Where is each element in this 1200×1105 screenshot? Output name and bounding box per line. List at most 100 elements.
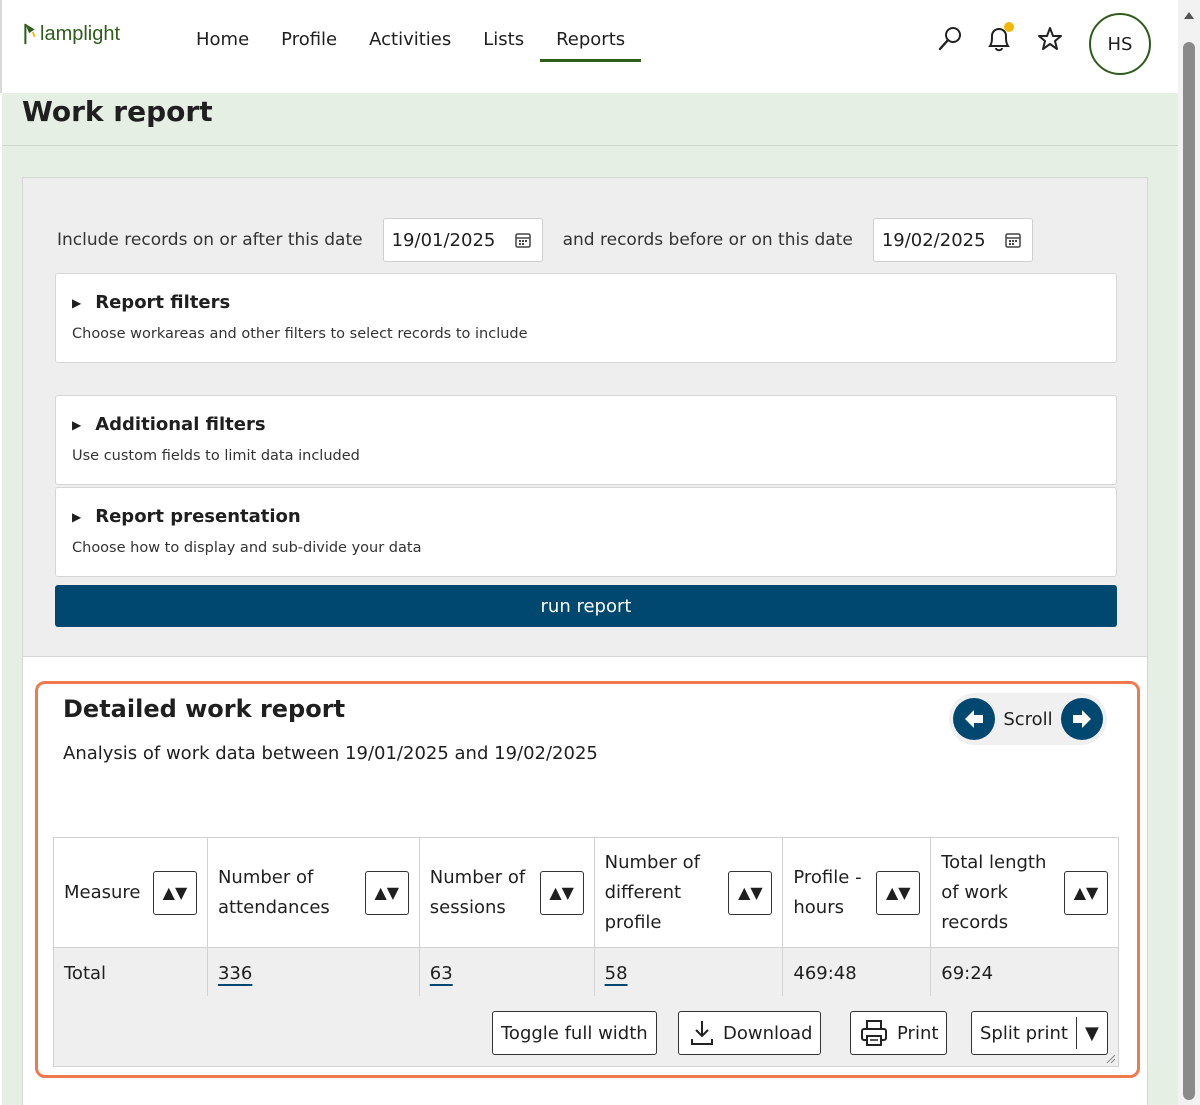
calendar-icon[interactable]: [514, 231, 532, 249]
date-from-input[interactable]: 19/01/2025: [382, 218, 543, 262]
button-label: Download: [723, 1022, 813, 1044]
page-scrollbar[interactable]: [1178, 0, 1200, 1105]
filters-panel: Include records on or after this date 19…: [22, 177, 1148, 657]
sort-button[interactable]: ▲▼: [539, 870, 584, 915]
resize-grip-icon[interactable]: [1106, 1054, 1116, 1064]
report-presentation-section[interactable]: ▶ Report presentation Choose how to disp…: [55, 487, 1117, 577]
column-header-different-profile: Number of different profile ▲▼: [593, 837, 784, 948]
printer-icon: [861, 1020, 887, 1046]
date-to-label: and records before or on this date: [562, 230, 853, 250]
report-title: Detailed work report: [63, 695, 346, 723]
attendances-link[interactable]: 336: [218, 963, 252, 984]
button-label: Toggle full width: [501, 1022, 648, 1044]
page-title: Work report: [22, 95, 213, 128]
scroll-up-arrow-icon[interactable]: [1184, 12, 1194, 19]
table-row: Total 336 63 58 469:48 69:24: [53, 947, 1119, 999]
column-label: Profile - hours: [793, 866, 862, 918]
scroll-thumb[interactable]: [1183, 42, 1195, 1100]
logo-text: lamplight: [40, 23, 121, 45]
date-to-input[interactable]: 19/02/2025: [872, 218, 1033, 262]
sort-button[interactable]: ▲▼: [728, 870, 773, 915]
column-header-total-length: Total length of work records ▲▼: [930, 837, 1119, 948]
title-divider: [2, 145, 1178, 146]
sort-button[interactable]: ▲▼: [364, 870, 409, 915]
expand-triangle-icon: ▶: [72, 417, 82, 432]
cell-different-profile: 58: [593, 947, 784, 999]
split-divider: [1075, 1017, 1077, 1049]
nav-reports[interactable]: Reports: [540, 0, 642, 62]
run-report-button[interactable]: run report: [55, 585, 1117, 627]
notification-dot: [1004, 22, 1014, 32]
sessions-link[interactable]: 63: [430, 963, 453, 984]
sort-button[interactable]: ▲▼: [152, 870, 197, 915]
expand-triangle-icon: ▶: [72, 295, 82, 310]
toggle-full-width-button[interactable]: Toggle full width: [492, 1011, 657, 1055]
column-header-profile-hours: Profile - hours ▲▼: [782, 837, 932, 948]
chevron-down-icon[interactable]: ▼: [1085, 1023, 1099, 1044]
page-content: Work report Include records on or after …: [2, 93, 1178, 1105]
column-label: Number of sessions: [429, 866, 526, 918]
favourites-button[interactable]: [1033, 22, 1067, 56]
date-from-label: Include records on or after this date: [57, 230, 363, 250]
nav-lists[interactable]: Lists: [467, 0, 540, 62]
cell-profile-hours: 469:48: [782, 947, 932, 999]
section-subtitle: Choose workareas and other filters to se…: [72, 326, 528, 342]
search-button[interactable]: [933, 22, 967, 56]
cell-attendances: 336: [206, 947, 420, 999]
column-header-measure: Measure ▲▼: [53, 837, 208, 948]
sort-button[interactable]: ▲▼: [876, 870, 921, 915]
arrow-right-icon: [1073, 710, 1091, 728]
column-header-sessions: Number of sessions ▲▼: [418, 837, 595, 948]
date-to-value: 19/02/2025: [881, 229, 986, 251]
button-label: Split print: [980, 1022, 1068, 1044]
report-subtitle: Analysis of work data between 19/01/2025…: [63, 743, 598, 764]
report-container: Detailed work report Analysis of work da…: [53, 681, 1119, 1067]
split-print-button[interactable]: Split print ▼: [971, 1011, 1108, 1055]
nav-profile[interactable]: Profile: [265, 0, 353, 62]
star-icon: [1038, 27, 1062, 50]
notifications-button[interactable]: [982, 22, 1016, 56]
column-label: Number of attendances: [217, 866, 330, 918]
section-title: Additional filters: [95, 414, 266, 435]
section-subtitle: Choose how to display and sub-divide you…: [72, 540, 422, 556]
date-from-value: 19/01/2025: [391, 229, 496, 251]
print-button[interactable]: Print: [850, 1011, 948, 1055]
additional-filters-section[interactable]: ▶ Additional filters Use custom fields t…: [55, 395, 1117, 485]
scroll-left-button[interactable]: [953, 698, 995, 740]
nav-activities[interactable]: Activities: [353, 0, 467, 62]
column-header-attendances: Number of attendances ▲▼: [206, 837, 420, 948]
table-header-row: Measure ▲▼ Number of attendances ▲▼ Number…: [53, 837, 1119, 948]
column-label: Total length of work records: [941, 851, 1047, 933]
scroll-right-button[interactable]: [1061, 698, 1103, 740]
different-profile-link[interactable]: 58: [605, 963, 628, 984]
section-title: Report filters: [95, 292, 231, 313]
results-panel: Detailed work report Analysis of work da…: [22, 656, 1148, 1105]
download-icon: [691, 1021, 713, 1045]
arrow-left-icon: [965, 710, 983, 728]
scroll-label: Scroll: [1003, 708, 1053, 730]
cell-sessions: 63: [418, 947, 595, 999]
section-title: Report presentation: [95, 506, 301, 527]
download-button[interactable]: Download: [678, 1011, 822, 1055]
report-filters-section[interactable]: ▶ Report filters Choose workareas and ot…: [55, 273, 1117, 363]
search-icon: [938, 27, 961, 51]
button-label: Print: [897, 1022, 939, 1044]
scroll-control: Scroll: [949, 693, 1107, 745]
column-label: Measure: [64, 881, 141, 903]
top-nav-bar: lamplight Home Profile Activities Lists …: [0, 0, 1178, 93]
column-label: Number of different profile: [604, 851, 701, 933]
cell-total-length: 69:24: [930, 947, 1119, 999]
expand-triangle-icon: ▶: [72, 509, 82, 524]
report-actions-bar: Toggle full width Download Print Split p…: [53, 996, 1119, 1067]
cell-measure: Total: [53, 947, 208, 999]
lamplight-logo[interactable]: lamplight: [22, 22, 120, 46]
nav-home[interactable]: Home: [180, 0, 265, 62]
section-subtitle: Use custom fields to limit data included: [72, 448, 360, 464]
user-avatar[interactable]: HS: [1089, 13, 1151, 75]
calendar-icon[interactable]: [1004, 231, 1022, 249]
lamp-logo-icon: [24, 23, 36, 45]
main-nav: Home Profile Activities Lists Reports: [180, 0, 642, 62]
sort-button[interactable]: ▲▼: [1064, 870, 1108, 915]
report-table: Measure ▲▼ Number of attendances ▲▼ Number…: [53, 837, 1119, 999]
date-range-row: Include records on or after this date 19…: [57, 218, 1033, 262]
